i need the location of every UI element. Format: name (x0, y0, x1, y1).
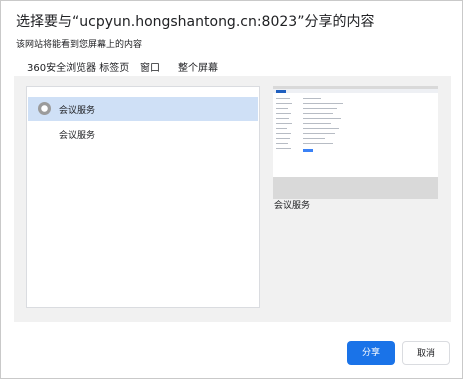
dialog-subtitle: 该网站将能看到您屏幕上的内容 (16, 40, 143, 50)
tab-window[interactable]: 窗口 (140, 59, 160, 74)
browser-tab-icon (38, 102, 51, 115)
thumbnail-sidebar (273, 95, 299, 177)
preview-caption: 会议服务 (274, 201, 311, 211)
list-item-label: 会议服务 (59, 106, 96, 116)
tab-browser-tabs[interactable]: 360安全浏览器 标签页 (27, 59, 129, 74)
list-item[interactable]: 会议服务 (28, 97, 258, 121)
preview-thumbnail (273, 89, 438, 177)
thumbnail-header (273, 89, 438, 93)
dialog-title: 选择要与“ucpyun.hongshantong.cn:8023”分享的内容 (16, 14, 375, 30)
content-panel: 会议服务 会议服务 会议服务 (14, 76, 451, 322)
tab-list: 会议服务 会议服务 (26, 86, 260, 308)
thumbnail-logo (276, 89, 286, 93)
share-screen-dialog: 选择要与“ucpyun.hongshantong.cn:8023”分享的内容 该… (0, 0, 463, 379)
tab-entire-screen[interactable]: 整个屏幕 (178, 59, 218, 74)
list-item[interactable]: 会议服务 (28, 122, 258, 146)
share-button[interactable]: 分享 (347, 341, 395, 365)
cancel-button[interactable]: 取消 (402, 341, 450, 365)
source-tabs: 360安全浏览器 标签页 窗口 整个屏幕 (14, 59, 449, 75)
list-item-label: 会议服务 (59, 131, 96, 141)
